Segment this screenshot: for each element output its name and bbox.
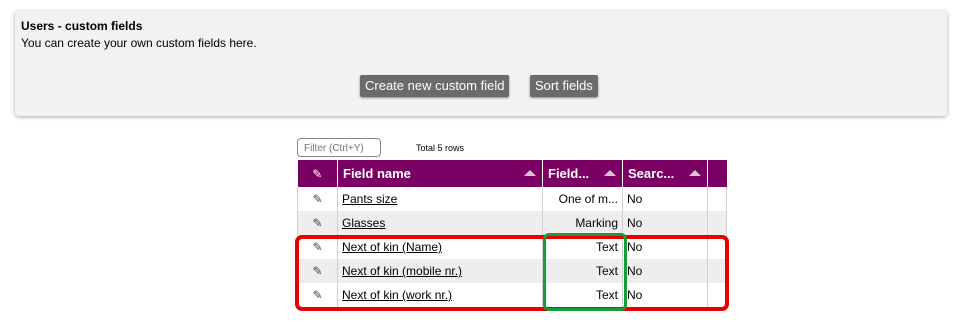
edit-cell[interactable]: ✎ (297, 187, 338, 211)
custom-fields-table: ✎ Field name Field... Searc... ✎ Pants s… (297, 160, 727, 308)
column-label: Field name (343, 166, 411, 181)
sort-asc-icon[interactable] (604, 170, 616, 176)
filter-input[interactable] (297, 138, 381, 157)
table-row: ✎ Next of kin (work nr.) Text No (297, 283, 727, 308)
edit-cell[interactable]: ✎ (297, 283, 338, 308)
pencil-icon[interactable]: ✎ (312, 240, 322, 254)
field-name-cell: Next of kin (mobile nr.) (337, 259, 543, 283)
field-name-link[interactable]: Next of kin (Name) (342, 240, 442, 254)
field-name-link[interactable]: Glasses (342, 216, 385, 230)
sort-asc-icon[interactable] (524, 170, 536, 176)
field-type-cell: Text (542, 235, 623, 259)
page-description: You can create your own custom fields he… (21, 36, 257, 50)
pencil-icon[interactable]: ✎ (312, 264, 322, 278)
pencil-icon[interactable]: ✎ (312, 288, 322, 302)
searchable-cell: No (622, 211, 708, 235)
field-type-cell: Marking (542, 211, 623, 235)
column-label: Field... (548, 166, 590, 181)
field-name-cell: Next of kin (work nr.) (337, 283, 543, 308)
searchable-cell: No (622, 187, 708, 211)
page-title: Users - custom fields (21, 19, 143, 33)
field-type-cell: Text (542, 283, 623, 308)
edit-column-header: ✎ (297, 160, 338, 187)
searchable-cell: No (622, 259, 708, 283)
sort-fields-button[interactable]: Sort fields (530, 75, 598, 97)
header-panel: Users - custom fields You can create you… (15, 11, 947, 116)
column-header-field-name[interactable]: Field name (337, 160, 543, 187)
field-name-cell: Next of kin (Name) (337, 235, 543, 259)
table-row: ✎ Glasses Marking No (297, 211, 727, 235)
field-name-link[interactable]: Next of kin (work nr.) (342, 288, 452, 302)
column-header-field-type[interactable]: Field... (542, 160, 623, 187)
page: Users - custom fields You can create you… (0, 0, 963, 322)
field-type-cell: One of m... (542, 187, 623, 211)
sort-asc-icon[interactable] (689, 170, 701, 176)
column-label: Searc... (628, 166, 675, 181)
field-name-link[interactable]: Pants size (342, 192, 397, 206)
field-name-link[interactable]: Next of kin (mobile nr.) (342, 264, 462, 278)
edit-cell[interactable]: ✎ (297, 259, 338, 283)
spacer-cell (707, 235, 727, 259)
pencil-icon: ✎ (312, 167, 323, 181)
edit-cell[interactable]: ✎ (297, 235, 338, 259)
column-header-searchable[interactable]: Searc... (622, 160, 708, 187)
spacer-cell (707, 211, 727, 235)
field-name-cell: Pants size (337, 187, 543, 211)
searchable-cell: No (622, 283, 708, 308)
table-header-row: ✎ Field name Field... Searc... (297, 160, 727, 187)
table-row: ✎ Next of kin (mobile nr.) Text No (297, 259, 727, 283)
edit-cell[interactable]: ✎ (297, 211, 338, 235)
spacer-cell (707, 187, 727, 211)
spacer-cell (707, 283, 727, 308)
field-type-cell: Text (542, 259, 623, 283)
searchable-cell: No (622, 235, 708, 259)
column-header-spacer (707, 160, 727, 187)
pencil-icon[interactable]: ✎ (312, 192, 322, 206)
total-rows-label: Total 5 rows (416, 143, 465, 153)
field-name-cell: Glasses (337, 211, 543, 235)
table-row: ✎ Pants size One of m... No (297, 187, 727, 211)
spacer-cell (707, 259, 727, 283)
pencil-icon[interactable]: ✎ (312, 216, 322, 230)
create-custom-field-button[interactable]: Create new custom field (360, 75, 510, 97)
table-row: ✎ Next of kin (Name) Text No (297, 235, 727, 259)
